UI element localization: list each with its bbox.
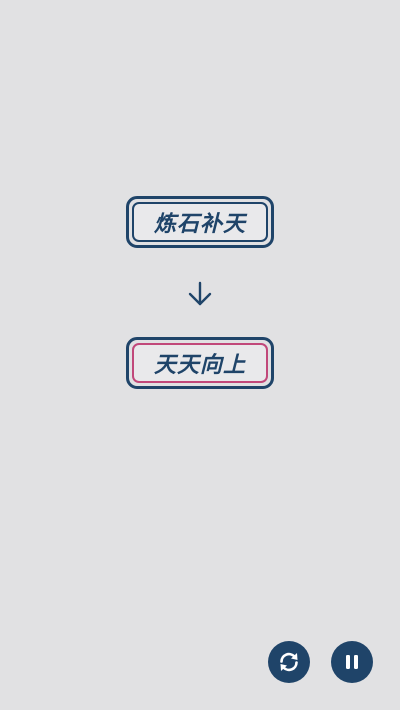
pause-button[interactable] (331, 641, 373, 683)
target-word-card: 天天向上 (126, 337, 274, 389)
target-word-inner: 天天向上 (132, 343, 268, 383)
arrow-down-icon (188, 281, 212, 306)
target-word-text: 天天向上 (153, 353, 246, 378)
source-word-inner: 炼石补天 (132, 202, 268, 242)
source-word-card: 炼石补天 (126, 196, 274, 248)
restart-button[interactable] (268, 641, 310, 683)
source-word-text: 炼石补天 (153, 212, 246, 237)
pause-icon (346, 655, 358, 669)
restart-icon (280, 652, 298, 672)
